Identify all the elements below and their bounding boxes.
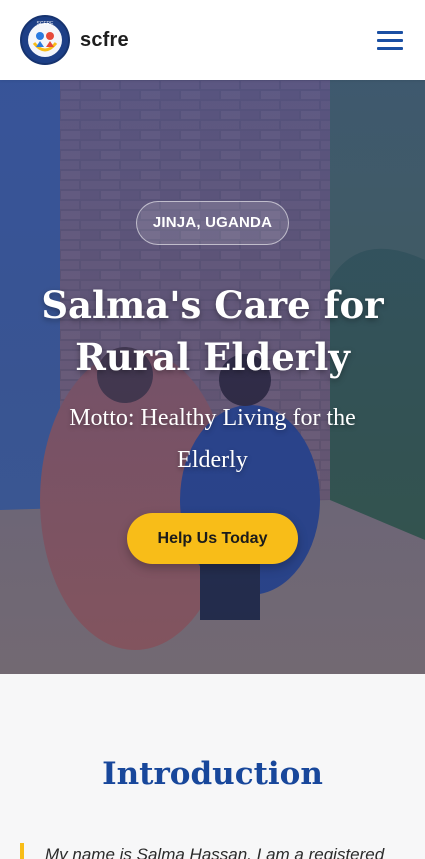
introduction-title: Introduction <box>102 756 323 792</box>
hero-motto: Motto: Healthy Living for the Elderly <box>69 405 356 473</box>
site-header: SCFRE scfre <box>0 0 425 80</box>
quote-accent-bar <box>20 843 24 859</box>
hero-section: JINJA, UGANDA Salma's Care for Rural Eld… <box>0 80 425 674</box>
help-us-today-button[interactable]: Help Us Today <box>127 513 298 564</box>
logo-emblem-icon: SCFRE <box>23 18 67 62</box>
location-badge: JINJA, UGANDA <box>135 201 290 245</box>
introduction-text: My name is Salma Hassan. I am a register… <box>45 845 385 859</box>
hamburger-menu-icon[interactable] <box>377 29 405 51</box>
hero-content: JINJA, UGANDA Salma's Care for Rural Eld… <box>0 80 425 674</box>
introduction-section: Introduction My name is Salma Hassan. I … <box>0 674 425 859</box>
logo[interactable]: SCFRE <box>20 15 70 65</box>
menu-line <box>377 31 403 34</box>
logo-mark-text: SCFRE <box>37 21 55 27</box>
hero-title: Salma's Care for Rural Elderly <box>41 283 384 379</box>
menu-line <box>377 39 403 42</box>
brand-name[interactable]: scfre <box>80 29 129 52</box>
menu-line <box>377 47 403 50</box>
